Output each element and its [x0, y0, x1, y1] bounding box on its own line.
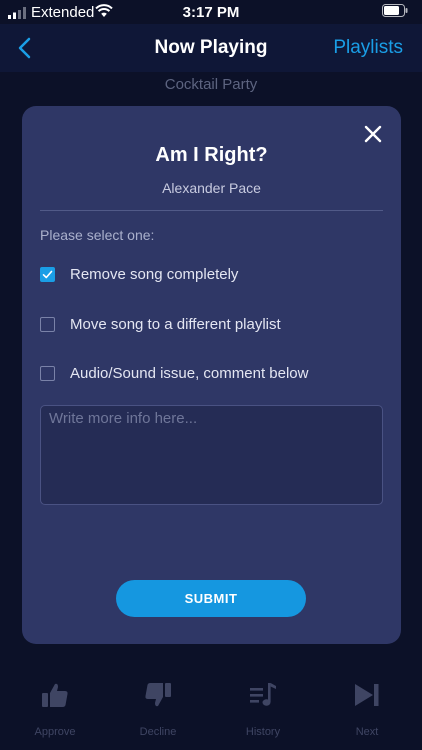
- tab-decline[interactable]: Decline: [118, 680, 198, 738]
- playlists-link[interactable]: Playlists: [333, 37, 403, 59]
- thumbs-up-icon: [42, 683, 68, 707]
- song-title: Am I Right?: [155, 144, 268, 166]
- option-label: Move song to a different playlist: [70, 315, 281, 333]
- option-label: Remove song completely: [70, 265, 239, 283]
- tab-label: Next: [355, 726, 379, 738]
- divider: [40, 210, 383, 211]
- comment-textarea[interactable]: [40, 405, 383, 505]
- nav-bar: Now Playing Playlists: [0, 24, 422, 72]
- checkbox-unchecked[interactable]: [40, 316, 55, 332]
- thumbs-down-icon: [145, 683, 171, 707]
- tab-approve[interactable]: Approve: [15, 680, 95, 738]
- report-song-modal: Am I Right? Alexander Pace Please select…: [22, 106, 401, 644]
- select-prompt: Please select one:: [40, 227, 155, 243]
- music-list-icon: [250, 683, 276, 706]
- tab-label: History: [245, 726, 281, 738]
- checkbox-unchecked[interactable]: [40, 365, 55, 381]
- checkbox-checked[interactable]: [40, 266, 55, 282]
- status-bar: Extended 3:17 PM: [0, 0, 422, 24]
- close-icon[interactable]: [363, 124, 383, 144]
- tab-history[interactable]: History: [223, 680, 303, 738]
- option-remove-song[interactable]: Remove song completely: [40, 261, 383, 287]
- tab-label: Approve: [34, 726, 76, 738]
- battery-icon: [382, 4, 408, 17]
- playlist-name: Cocktail Party: [164, 76, 258, 93]
- option-move-song[interactable]: Move song to a different playlist: [40, 311, 383, 337]
- skip-next-icon: [355, 684, 379, 706]
- bottom-tab-bar: Approve Decline History Next: [0, 670, 422, 750]
- option-audio-issue[interactable]: Audio/Sound issue, comment below: [40, 360, 383, 386]
- checkmark-icon: [42, 270, 53, 278]
- status-time: 3:17 PM: [182, 4, 240, 21]
- option-label: Audio/Sound issue, comment below: [70, 364, 309, 382]
- submit-button[interactable]: SUBMIT: [116, 580, 306, 617]
- song-artist: Alexander Pace: [162, 180, 261, 196]
- tab-label: Decline: [139, 726, 177, 738]
- tab-next[interactable]: Next: [327, 680, 407, 738]
